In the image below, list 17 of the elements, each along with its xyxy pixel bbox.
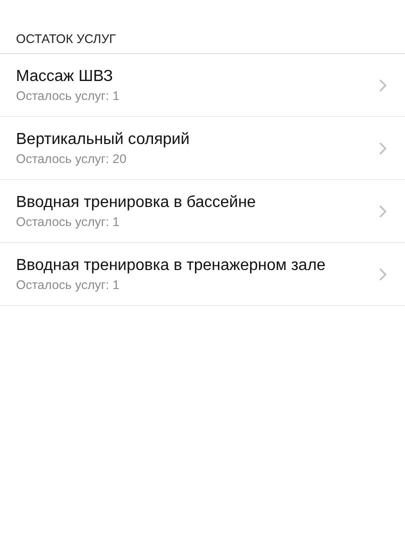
chevron-right-icon (379, 204, 387, 218)
service-item[interactable]: Вводная тренировка в тренажерном зале Осталось услуг: 1 (0, 243, 405, 306)
remaining-count: Осталось услуг: 1 (16, 88, 120, 102)
section-title: ОСТАТОК УСЛУГ (16, 32, 116, 46)
chevron-right-icon (379, 268, 387, 280)
service-item[interactable]: Массаж ШВЗ Осталось услуг: 1 (0, 54, 405, 117)
service-name: Вертикальный солярий (16, 130, 191, 148)
chevron-right-icon (379, 142, 387, 154)
service-item[interactable]: Вертикальный солярий Осталось услуг: 20 (0, 117, 405, 180)
remaining-count: Осталось услуг: 20 (16, 152, 128, 166)
chevron-right-icon (379, 78, 387, 92)
service-name: Вводная тренировка в тренажерном зале (16, 256, 327, 274)
service-item[interactable]: Вводная тренировка в бассейне Осталось услуг: 1 (0, 180, 405, 243)
service-name: Вводная тренировка в бассейне (16, 194, 257, 212)
service-name: Массаж ШВЗ (16, 68, 114, 86)
remaining-count: Осталось услуг: 1 (16, 278, 120, 292)
remaining-count: Осталось услуг: 1 (16, 214, 120, 228)
